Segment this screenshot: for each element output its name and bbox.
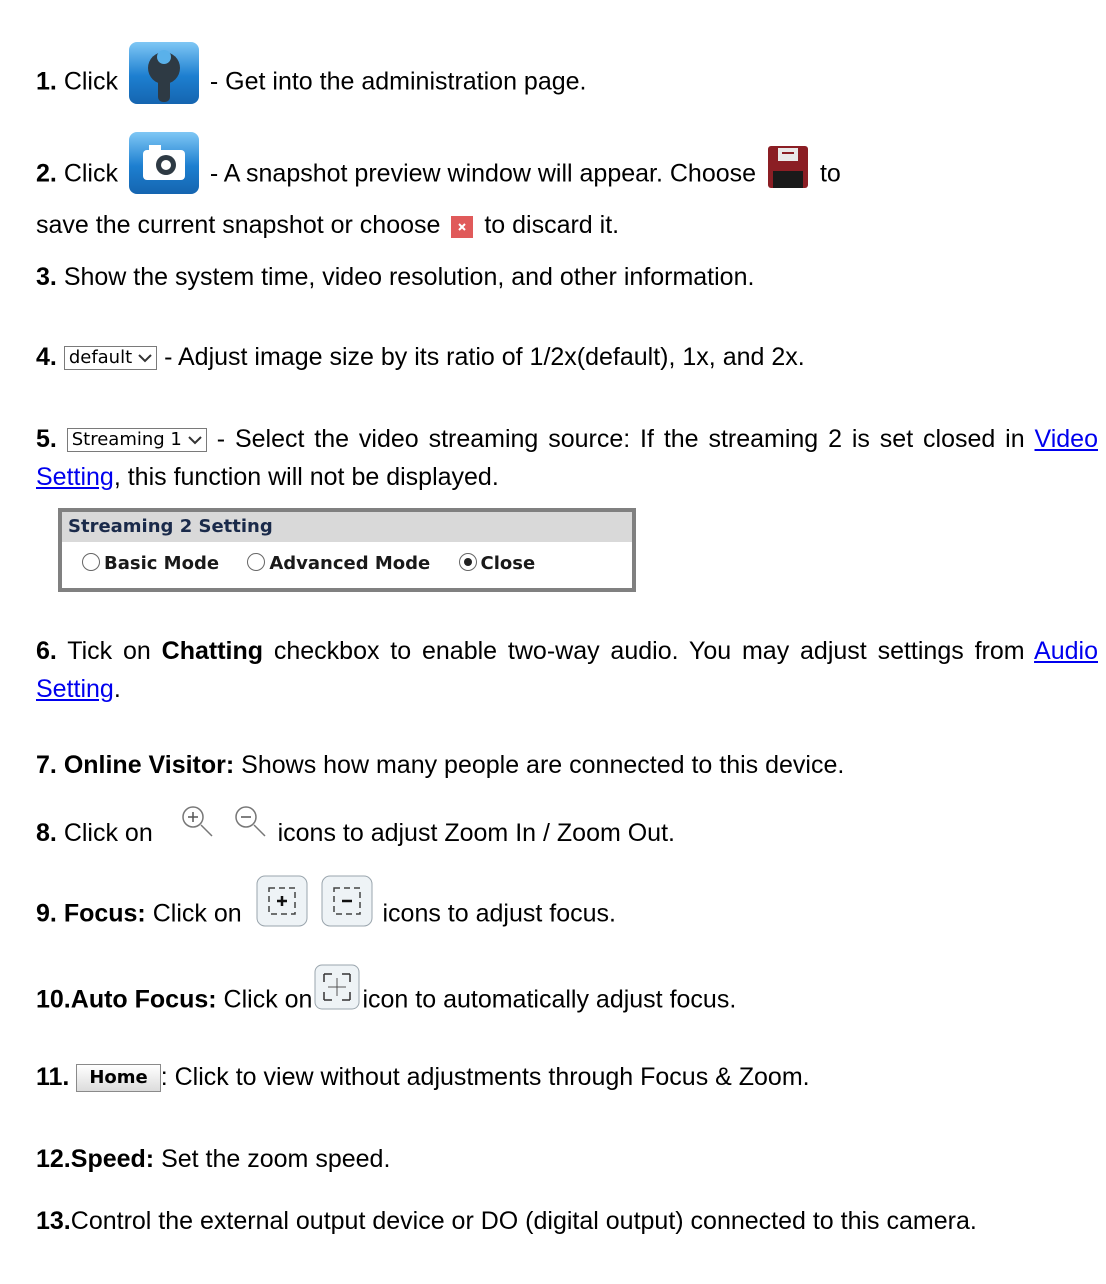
stream-select-value: Streaming 1 xyxy=(71,429,182,451)
radio-label: Close xyxy=(480,553,536,574)
item-text: Click xyxy=(63,159,118,188)
radio-label: Basic Mode xyxy=(104,553,220,574)
radio-advanced-mode[interactable]: Advanced Mode xyxy=(247,553,430,574)
list-item-12: 12.Speed: Set the zoom speed. xyxy=(36,1140,1098,1178)
item-number: 11. xyxy=(36,1063,70,1091)
item-bold-text: Speed: xyxy=(70,1145,155,1173)
item-number: 5. xyxy=(36,425,57,453)
zoom-out-icon[interactable] xyxy=(231,802,271,842)
item-number: 1. xyxy=(36,67,57,96)
item-text: to xyxy=(819,159,841,188)
radio-label: Advanced Mode xyxy=(269,553,431,574)
radio-icon xyxy=(247,553,266,571)
list-item-4: 4. default - Adjust image size by its ra… xyxy=(36,338,1098,376)
item-text: icons to adjust Zoom In / Zoom Out. xyxy=(277,819,675,847)
item-bold-text: Focus: xyxy=(63,899,146,928)
item-number: 6. xyxy=(36,637,57,665)
radio-icon xyxy=(82,553,100,571)
list-item-10: 10.Auto Focus: Click on icon to automati… xyxy=(36,964,1098,1026)
item-text: - Adjust image size by its ratio of 1/2x… xyxy=(164,343,805,371)
save-icon[interactable] xyxy=(767,145,809,189)
size-select-value: default xyxy=(68,347,133,369)
item-text: - Get into the administration page. xyxy=(209,67,587,96)
panel-title: Streaming 2 Setting xyxy=(62,512,632,542)
item-number: 10. xyxy=(36,985,71,1014)
zoom-in-icon[interactable] xyxy=(178,802,218,842)
item-number: 13. xyxy=(36,1207,71,1235)
list-item-13: 13.Control the external output device or… xyxy=(36,1206,1098,1236)
radio-basic-mode[interactable]: Basic Mode xyxy=(82,553,219,574)
item-number: 8. xyxy=(36,819,57,847)
chevron-down-icon xyxy=(138,347,152,369)
item-text: - A snapshot preview window will appear.… xyxy=(209,159,757,188)
item-text: Shows how many people are connected to t… xyxy=(241,751,845,779)
item-text: . xyxy=(113,675,121,703)
item-text: to discard it. xyxy=(484,211,620,239)
item-text: Click on xyxy=(63,819,153,847)
item-number: 2. xyxy=(36,159,57,188)
item-number: 4. xyxy=(36,343,57,371)
focus-near-icon[interactable] xyxy=(253,872,311,930)
streaming-2-setting-panel: Streaming 2 Setting Basic Mode Advanced … xyxy=(58,508,636,592)
item-text: Click on xyxy=(152,899,242,928)
item-text: icon to automatically adjust focus. xyxy=(362,985,737,1014)
item-text: Tick on xyxy=(67,637,151,665)
auto-focus-icon[interactable] xyxy=(312,962,362,1012)
item-text: Show the system time, video resolution, … xyxy=(63,263,755,291)
item-text: checkbox to enable two-way audio. You ma… xyxy=(273,637,1025,665)
item-text: Click on xyxy=(223,985,313,1014)
list-item-7: 7. Online Visitor: Shows how many people… xyxy=(36,746,1098,784)
radio-selected-icon xyxy=(458,553,477,571)
list-item-2: 2. Click - A snapshot preview window wil… xyxy=(36,132,1098,244)
list-item-3: 3. Show the system time, video resolutio… xyxy=(36,258,1098,296)
item-bold-text: Online Visitor: xyxy=(63,751,235,779)
discard-icon[interactable] xyxy=(451,211,474,239)
focus-far-icon[interactable] xyxy=(318,872,376,930)
item-bold-text: Auto Focus: xyxy=(70,985,217,1014)
wrench-icon[interactable] xyxy=(128,42,199,104)
item-number: 12. xyxy=(36,1145,71,1173)
list-item-8: 8. Click on icons to adjust Zoom In / Zo… xyxy=(36,806,1098,854)
list-item-5: 5. Streaming 1 - Select the video stream… xyxy=(36,420,1098,496)
item-bold-text: Chatting xyxy=(161,637,264,665)
radio-close[interactable]: Close xyxy=(458,553,536,574)
stream-select[interactable]: Streaming 1 xyxy=(66,428,207,453)
item-text: : Click to view without adjustments thro… xyxy=(160,1063,810,1091)
item-number: 9. xyxy=(36,899,57,928)
item-number: 3. xyxy=(36,263,57,291)
item-text: save the current snapshot or choose xyxy=(36,211,441,239)
list-item-6: 6. Tick on Chatting checkbox to enable t… xyxy=(36,632,1098,708)
item-number: 7. xyxy=(36,751,57,779)
item-text: , this function will not be displayed. xyxy=(113,463,499,491)
list-item-9: 9. Focus: Click on icons to adjust focus… xyxy=(36,875,1098,944)
item-text: Control the external output device or DO… xyxy=(70,1207,977,1235)
list-item-11: 11. Home: Click to view without adjustme… xyxy=(36,1058,1098,1096)
item-text: icons to adjust focus. xyxy=(382,899,616,928)
panel-options: Basic Mode Advanced Mode Close xyxy=(62,542,632,586)
size-select[interactable]: default xyxy=(63,346,158,371)
item-text: Set the zoom speed. xyxy=(161,1145,391,1173)
chevron-down-icon xyxy=(188,429,202,451)
item-text: Click xyxy=(63,67,118,96)
home-button[interactable]: Home xyxy=(76,1064,161,1093)
item-text: - Select the video streaming source: If … xyxy=(216,425,1025,453)
camera-icon[interactable] xyxy=(128,132,199,194)
list-item-1: 1. Click - Get into the administration p… xyxy=(36,42,1098,114)
